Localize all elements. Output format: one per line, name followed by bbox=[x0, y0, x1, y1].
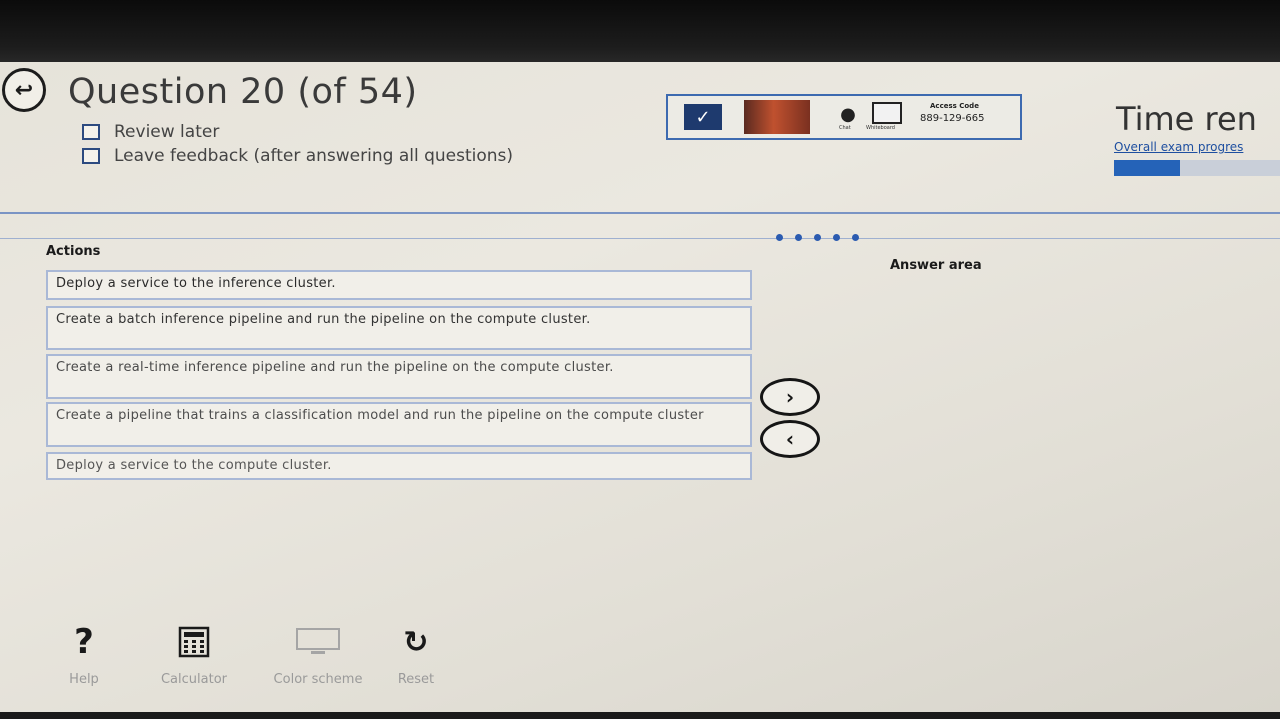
back-arrow-icon: ↩ bbox=[14, 77, 34, 103]
leave-feedback-checkbox[interactable] bbox=[82, 148, 100, 164]
proctor-toolbar: ✓ ● Chat Whiteboard Access Code 889-129-… bbox=[666, 94, 1022, 140]
reset-label: Reset bbox=[397, 672, 435, 687]
splitter-dot bbox=[814, 234, 821, 241]
move-right-button[interactable]: › bbox=[760, 378, 820, 416]
overall-progress-fill bbox=[1114, 160, 1181, 176]
action-item[interactable]: Create a real-time inference pipeline an… bbox=[46, 354, 752, 399]
calculator-button[interactable]: Calculator bbox=[144, 622, 244, 686]
chat-icon[interactable]: ● bbox=[836, 104, 860, 126]
help-button[interactable]: ? Help bbox=[34, 622, 134, 686]
review-later-checkbox[interactable] bbox=[82, 124, 100, 140]
question-title: Question 20 (of 54) bbox=[68, 72, 418, 112]
splitter-dot bbox=[795, 234, 802, 241]
move-left-button[interactable]: ‹ bbox=[760, 420, 820, 458]
back-button[interactable]: ↩ bbox=[2, 68, 46, 112]
splitter-dot bbox=[852, 234, 859, 241]
color-scheme-label: Color scheme bbox=[273, 672, 363, 687]
webcam-preview bbox=[744, 100, 810, 134]
calculator-icon bbox=[178, 626, 210, 658]
overall-progress-label: Overall exam progres bbox=[1114, 140, 1244, 154]
exam-screen: ↩ Question 20 (of 54) Review later Leave… bbox=[0, 62, 1280, 714]
whiteboard-label: Whiteboard bbox=[866, 125, 895, 131]
chat-label: Chat bbox=[839, 125, 851, 131]
review-later-option[interactable]: Review later bbox=[82, 122, 219, 142]
action-item[interactable]: Create a pipeline that trains a classifi… bbox=[46, 402, 752, 447]
time-remaining-title: Time ren bbox=[1116, 100, 1257, 138]
splitter-dot bbox=[776, 234, 783, 241]
monitor-bezel-top bbox=[0, 0, 1280, 66]
leave-feedback-label: Leave feedback (after answering all ques… bbox=[114, 146, 514, 166]
splitter-dot bbox=[833, 234, 840, 241]
access-code-value: 889-129-665 bbox=[920, 113, 985, 124]
help-label: Help bbox=[69, 672, 99, 687]
chevron-left-icon: ‹ bbox=[785, 427, 795, 451]
calculator-label: Calculator bbox=[160, 672, 227, 687]
section-divider bbox=[0, 238, 1280, 239]
overall-progress-bar bbox=[1114, 160, 1280, 176]
reset-icon: ↻ bbox=[403, 624, 429, 660]
action-item[interactable]: Create a batch inference pipeline and ru… bbox=[46, 306, 752, 350]
answer-area-header: Answer area bbox=[890, 258, 982, 273]
color-scheme-button[interactable]: Color scheme bbox=[268, 622, 368, 686]
review-later-label: Review later bbox=[114, 122, 220, 142]
splitter-handle[interactable] bbox=[776, 234, 859, 241]
leave-feedback-option[interactable]: Leave feedback (after answering all ques… bbox=[82, 146, 513, 166]
action-item[interactable]: Deploy a service to the inference cluste… bbox=[46, 270, 752, 300]
monitor-bezel-bottom bbox=[0, 712, 1280, 719]
action-item[interactable]: Deploy a service to the compute cluster. bbox=[46, 452, 752, 480]
header-divider bbox=[0, 212, 1280, 214]
vue-check-icon: ✓ bbox=[684, 104, 722, 130]
whiteboard-icon[interactable] bbox=[872, 102, 902, 124]
reset-button[interactable]: ↻ Reset bbox=[366, 622, 466, 687]
answer-area-dropzone[interactable] bbox=[880, 274, 1278, 574]
chevron-right-icon: › bbox=[785, 385, 795, 409]
actions-header: Actions bbox=[46, 244, 101, 259]
monitor-icon bbox=[296, 628, 340, 654]
question-mark-icon: ? bbox=[74, 622, 94, 662]
access-code-label: Access Code bbox=[930, 102, 979, 110]
